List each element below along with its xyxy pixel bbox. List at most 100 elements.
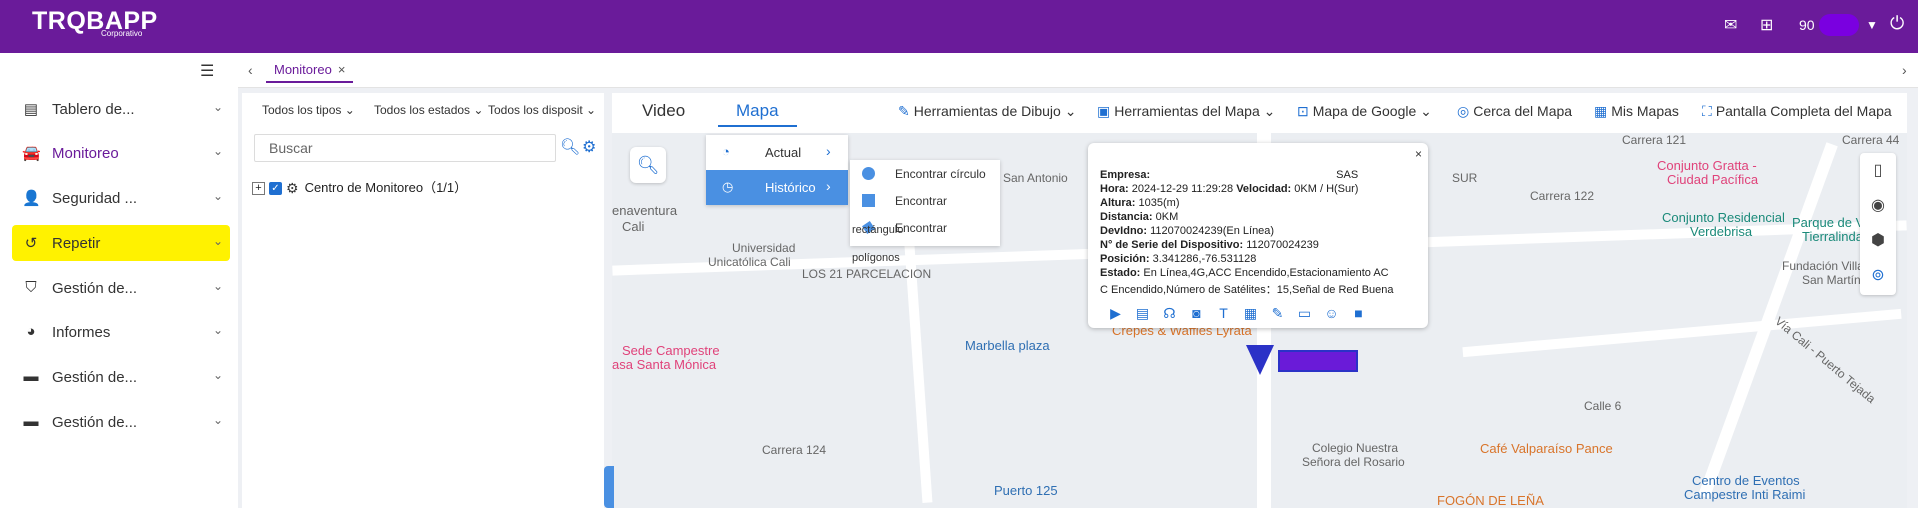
map-label: Carrera 124 xyxy=(762,443,827,457)
device-panel: Todos los tipos ⌄ Todos los estados ⌄ To… xyxy=(242,93,604,508)
map-tools-menu[interactable]: ▣ Herramientas del Mapa ⌄ xyxy=(1097,103,1275,120)
tree-root-label[interactable]: Centro de Monitoreo（1/1） xyxy=(305,180,468,195)
chevron-left-icon[interactable]: ‹ xyxy=(248,62,253,78)
fullscreen-icon: ⛶ xyxy=(1702,103,1712,119)
vehicle-marker-icon[interactable] xyxy=(1246,345,1274,375)
sidebar-item-label: Gestión de... xyxy=(52,280,138,297)
tabs-bar: ‹ Monitoreo × › xyxy=(238,53,1918,88)
google-map-menu[interactable]: ⊡ Mapa de Google ⌄ xyxy=(1297,103,1432,120)
filter-type-select[interactable]: Todos los tipos ⌄ xyxy=(262,103,355,117)
close-icon[interactable]: × xyxy=(1415,147,1422,161)
user-number: 90 xyxy=(1799,17,1815,33)
headset-icon[interactable]: ☊ xyxy=(1156,305,1183,322)
video-icon[interactable]: ▶ xyxy=(1102,305,1129,322)
menu-item-actual[interactable]: ◔ Actual › xyxy=(706,135,848,170)
sidebar-item-gestion-2[interactable]: ▬ Gestión de... ⌄ xyxy=(12,359,230,395)
menu-collapse-icon[interactable]: ☰ xyxy=(200,61,214,81)
my-maps-button[interactable]: ▦ Mis Mapas xyxy=(1594,103,1679,120)
circle-icon xyxy=(862,167,875,180)
chevron-down-icon: ⌄ xyxy=(213,323,224,337)
chevron-down-icon[interactable]: ▼ xyxy=(1866,18,1878,32)
chevron-right-icon[interactable]: › xyxy=(1902,62,1907,78)
camera-icon[interactable]: ◙ xyxy=(1183,305,1210,321)
record-icon[interactable]: ■ xyxy=(1345,305,1372,321)
sidebar-item-repetir[interactable]: ↺ Repetir ⌄ xyxy=(12,225,230,261)
sidebar-item-gestion-1[interactable]: ⛉ Gestión de... ⌄ xyxy=(12,270,230,306)
square-icon xyxy=(862,194,875,207)
search-icon[interactable]: 🔍︎ xyxy=(560,137,580,157)
sidebar-item-seguridad[interactable]: 👤 Seguridad ... ⌄ xyxy=(12,180,230,216)
menu-item-find-rectangle[interactable]: Encontrar xyxy=(850,187,1000,214)
map-label: Marbella plaza xyxy=(965,338,1050,353)
map-label: Carrera 44 xyxy=(1842,133,1900,147)
vehicle-plate-label-redacted[interactable] xyxy=(1278,350,1358,372)
car-icon: 🚘 xyxy=(22,145,41,162)
map-label: Vía Cali - Puerto Tejada xyxy=(1772,313,1879,407)
cube-icon[interactable]: ⬢ xyxy=(1860,223,1896,258)
panel-toggle-handle[interactable] xyxy=(604,466,614,508)
report-icon[interactable]: ▤ xyxy=(1129,305,1156,322)
dashboard-icon: ▤ xyxy=(23,101,39,118)
tab-mapa[interactable]: Mapa xyxy=(718,101,797,127)
globe-icon[interactable]: ◉ xyxy=(1860,188,1896,223)
area-search-menu: ◔ Actual › ◷ Histórico › xyxy=(706,135,848,205)
map-label: Tierralinda xyxy=(1802,229,1863,244)
map-label: FOGÓN DE LEÑA xyxy=(1437,493,1544,508)
map-label: Calle 6 xyxy=(1584,399,1622,413)
device-search-input[interactable]: Buscar xyxy=(254,134,556,162)
org-chart-icon[interactable]: ⊞ xyxy=(1760,15,1773,35)
vehicle-info-popup: × Empresa: SAS Hora: 2024-12-29 11:29:28 … xyxy=(1088,143,1428,328)
chevron-down-icon: ⌄ xyxy=(213,368,224,382)
map-label: Ciudad Pacífica xyxy=(1667,172,1759,187)
expand-icon[interactable]: + xyxy=(252,182,265,196)
traffic-light-icon[interactable]: ▯ xyxy=(1860,153,1896,188)
map-label: LOS 21 PARCELACION xyxy=(802,267,932,281)
tree-checkbox[interactable]: ✓ xyxy=(269,182,282,196)
menu-overflow-text: polígonos xyxy=(852,252,900,264)
street-view-icon[interactable]: ⊚ xyxy=(1860,258,1896,293)
driver-icon[interactable]: ☺ xyxy=(1318,305,1345,321)
fullscreen-map-button[interactable]: ⛶ Pantalla Completa del Mapa xyxy=(1702,103,1892,120)
sidebar-item-informes[interactable]: ◕ Informes ⌄ xyxy=(12,314,230,350)
gear-icon[interactable]: ⚙ xyxy=(582,137,596,157)
map-label: SUR xyxy=(1452,171,1478,185)
shield-icon: ⛉ xyxy=(25,279,37,296)
map-label: Señora del Rosario xyxy=(1302,455,1405,469)
user-shield-icon: 👤 xyxy=(22,190,41,207)
card-icon[interactable]: ▭ xyxy=(1291,305,1318,322)
map-label: Unicatólica Cali xyxy=(708,255,791,269)
chevron-down-icon: ⌄ xyxy=(213,189,224,203)
menu-overflow-text: rectángulo xyxy=(852,224,904,236)
mail-icon[interactable]: ✉ xyxy=(1724,15,1737,35)
truck-icon: ▬ xyxy=(23,413,39,430)
drawing-tools-menu[interactable]: ✎ Herramientas de Dibujo ⌄ xyxy=(898,103,1076,120)
tab-label: Monitoreo xyxy=(274,62,332,77)
user-avatar-redacted[interactable] xyxy=(1819,14,1859,36)
target-icon: ◎ xyxy=(1457,103,1470,119)
map-label: Conjunto Gratta - xyxy=(1657,158,1757,173)
sidebar-item-tablero[interactable]: ▤ Tablero de... ⌄ xyxy=(12,91,230,127)
chevron-right-icon: › xyxy=(826,178,831,194)
sidebar-item-gestion-3[interactable]: ▬ Gestión de... ⌄ xyxy=(12,404,230,440)
apps-icon[interactable]: ▦ xyxy=(1237,305,1264,322)
chevron-down-icon: ⌄ xyxy=(213,234,224,248)
filter-device-select[interactable]: Todos los disposit ⌄ xyxy=(488,103,596,117)
map-icon: ⊡ xyxy=(1297,103,1309,119)
nearby-map-button[interactable]: ◎ Cerca del Mapa xyxy=(1457,103,1572,120)
map-label: Puerto 125 xyxy=(994,483,1058,498)
text-message-icon[interactable]: T xyxy=(1210,305,1237,321)
menu-item-find-circle[interactable]: Encontrar círculo xyxy=(850,160,1000,187)
sidebar-item-monitoreo[interactable]: 🚘 Monitoreo ⌄ xyxy=(12,135,230,171)
pencil-icon: ✎ xyxy=(898,103,910,119)
map-label: enaventura xyxy=(612,203,678,218)
tab-video[interactable]: Video xyxy=(642,101,685,121)
power-icon[interactable]: ⏻ xyxy=(1890,13,1904,34)
menu-item-historico[interactable]: ◷ Histórico › xyxy=(706,170,848,205)
filter-state-select[interactable]: Todos los estados ⌄ xyxy=(374,103,483,117)
close-icon[interactable]: × xyxy=(338,62,346,77)
tab-monitoreo[interactable]: Monitoreo × xyxy=(266,57,354,83)
wrench-icon[interactable]: ✎ xyxy=(1264,305,1291,322)
chevron-down-icon: ⌄ xyxy=(213,144,224,158)
map-search-button[interactable]: 🔍︎ xyxy=(630,147,666,183)
device-tree: + ✓ ⚙ Centro de Monitoreo（1/1） xyxy=(252,177,467,197)
